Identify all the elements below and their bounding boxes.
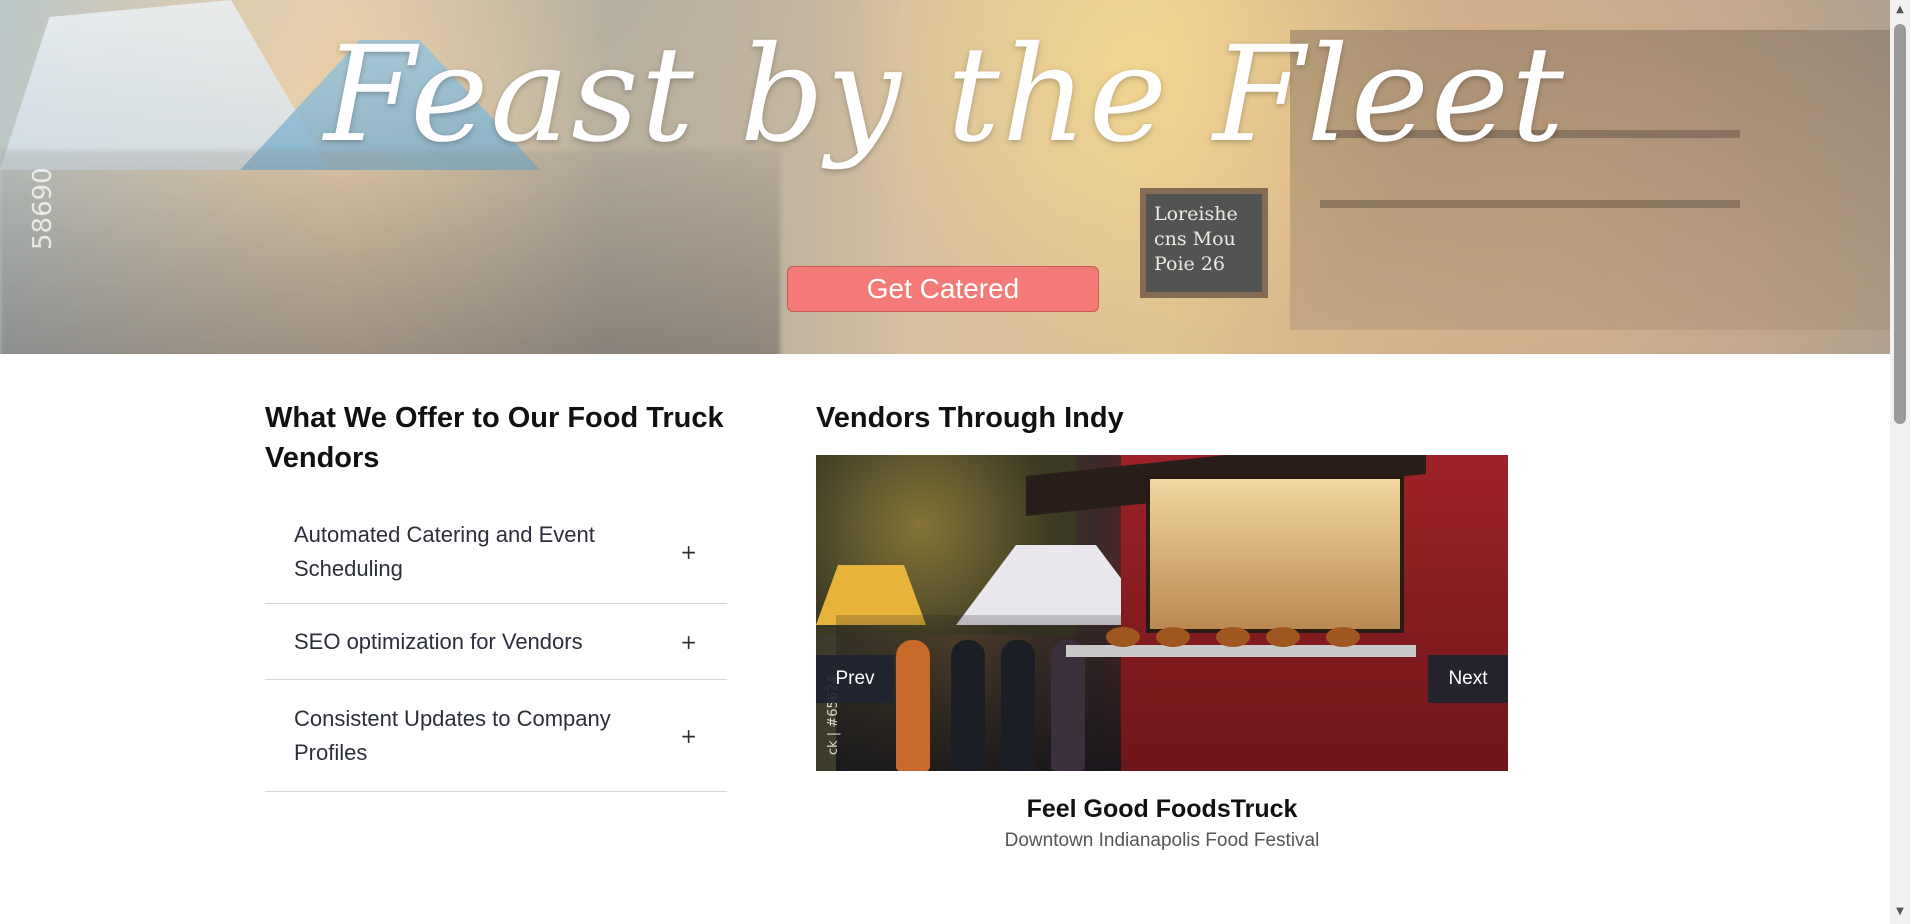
hero-title: Feast by the Fleet: [323, 18, 1567, 172]
vendor-caption-subtitle: Downtown Indianapolis Food Festival: [1004, 830, 1320, 851]
accordion-item-label: Consistent Updates to Company Profiles: [294, 705, 611, 765]
carousel-truck-window: [1146, 475, 1404, 633]
vendor-carousel: ck | #65624 Prev Next: [816, 455, 1508, 771]
get-catered-button[interactable]: Get Catered: [787, 266, 1099, 312]
accordion-item-label: Automated Catering and Event Scheduling: [294, 521, 595, 581]
carousel-prev-button[interactable]: Prev: [816, 655, 894, 703]
carousel-person: [896, 640, 930, 771]
accordion-item-seo[interactable]: SEO optimization for Vendors +: [265, 604, 727, 680]
hero-watermark: 58690: [28, 167, 58, 250]
carousel-food: [1266, 627, 1300, 647]
carousel-food: [1326, 627, 1360, 647]
offer-heading: What We Offer to Our Food Truck Vendors: [265, 402, 724, 474]
carousel-person: [1051, 640, 1085, 771]
scroll-thumb[interactable]: [1894, 24, 1906, 424]
plus-icon[interactable]: +: [680, 630, 697, 654]
hero-banner: Loreishe cns Mou Poie 26 58690 Feast by …: [0, 0, 1890, 354]
scroll-up-arrow-icon[interactable]: ▲: [1894, 4, 1906, 16]
plus-icon[interactable]: +: [680, 724, 697, 748]
carousel-truck-counter: [1066, 645, 1416, 657]
vendor-caption-title: Feel Good FoodsTruck: [1026, 795, 1298, 823]
vendors-heading: Vendors Through Indy: [816, 402, 1124, 434]
carousel-food: [1156, 627, 1190, 647]
offer-accordion: Automated Catering and Event Scheduling …: [265, 500, 727, 792]
scroll-down-arrow-icon[interactable]: ▼: [1894, 906, 1906, 918]
accordion-item-profiles[interactable]: Consistent Updates to Company Profiles +: [265, 680, 727, 792]
carousel-person: [951, 640, 985, 771]
accordion-item-catering[interactable]: Automated Catering and Event Scheduling …: [265, 500, 727, 604]
plus-icon[interactable]: +: [680, 540, 697, 564]
carousel-food: [1106, 627, 1140, 647]
accordion-item-label: SEO optimization for Vendors: [294, 628, 583, 654]
carousel-next-button[interactable]: Next: [1428, 655, 1508, 703]
carousel-person: [1001, 640, 1035, 771]
page-scrollbar[interactable]: ▲ ▼: [1890, 0, 1910, 924]
carousel-food: [1216, 627, 1250, 647]
